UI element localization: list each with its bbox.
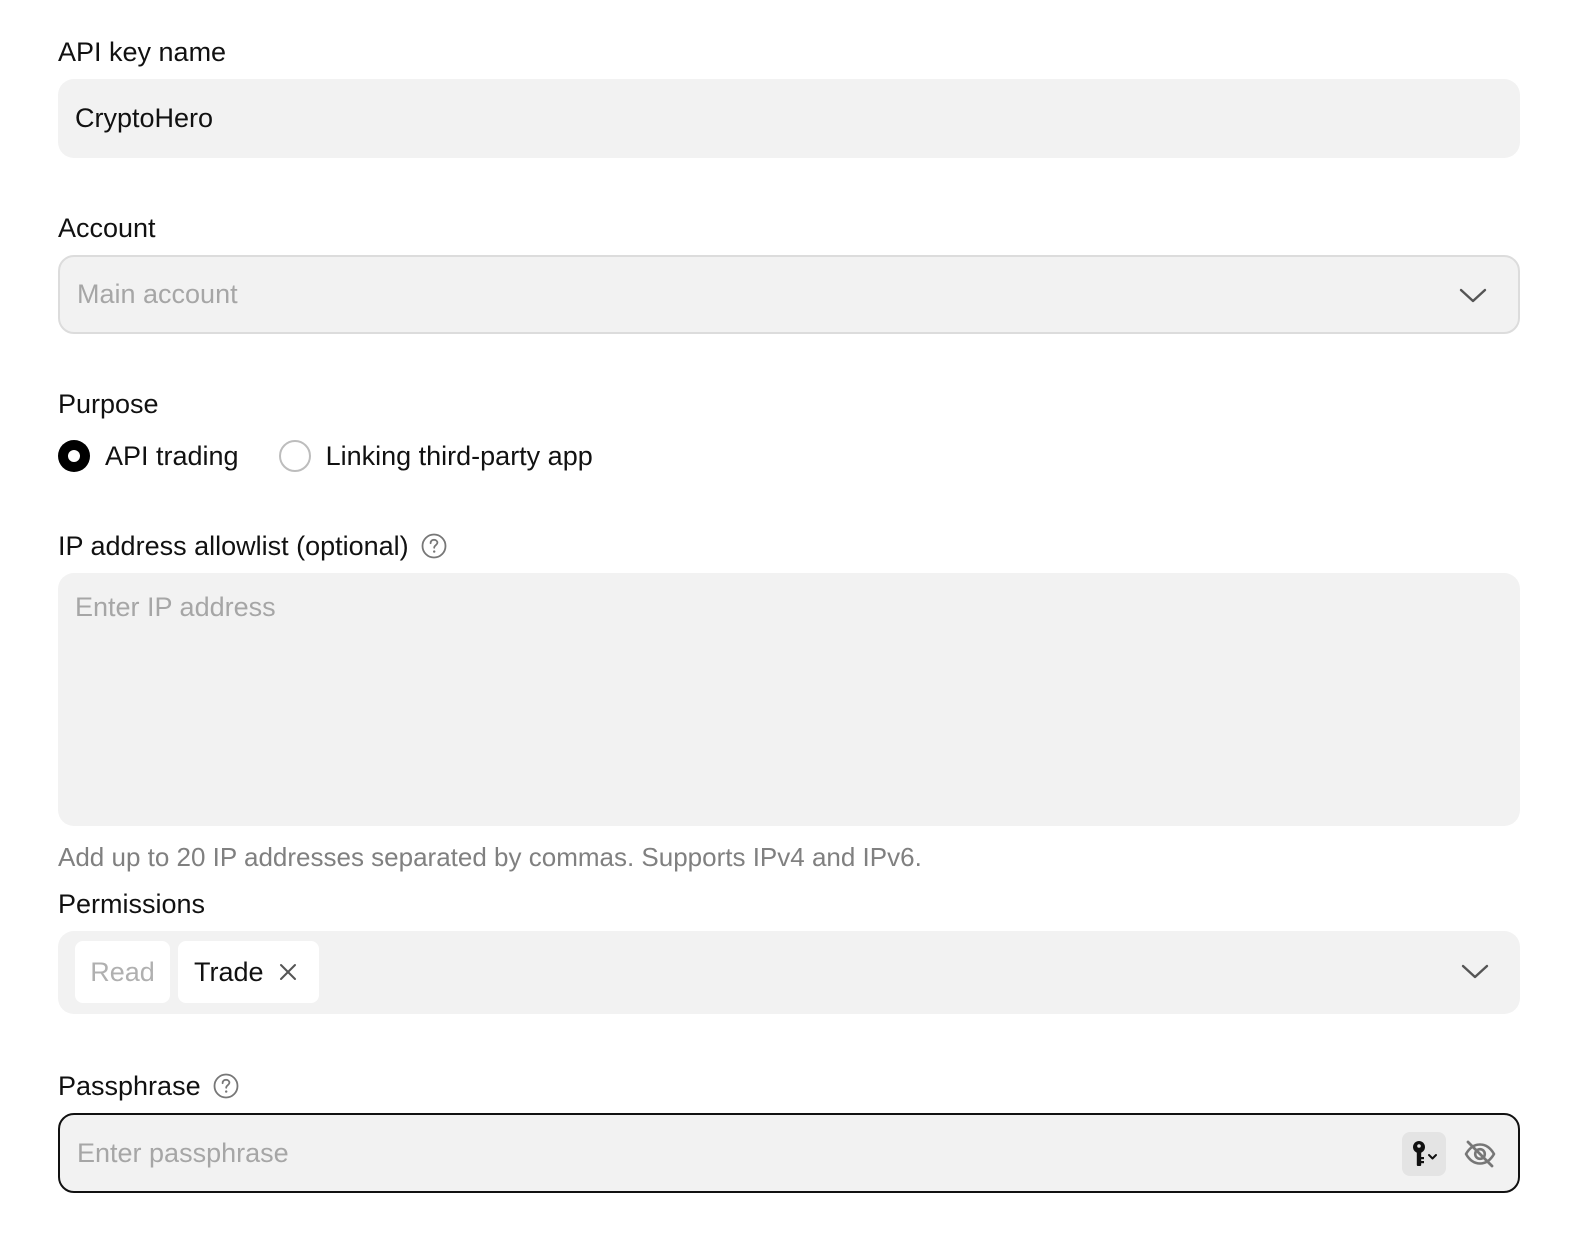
passphrase-label: Passphrase (58, 1071, 201, 1101)
purpose-option-api-trading[interactable]: API trading (58, 439, 239, 473)
account-select[interactable]: Main account (58, 255, 1520, 334)
api-key-name-value: CryptoHero (75, 103, 214, 133)
passphrase-placeholder: Enter passphrase (77, 1138, 289, 1168)
eye-off-icon (1464, 1140, 1496, 1168)
ip-allowlist-label-row: IP address allowlist (optional) (58, 529, 447, 563)
ip-allowlist-helper-text: Add up to 20 IP addresses separated by c… (58, 842, 922, 872)
api-key-name-label: API key name (58, 37, 227, 67)
help-icon[interactable] (421, 533, 447, 559)
purpose-option-label: API trading (105, 441, 239, 471)
permissions-multiselect[interactable]: Read Trade (58, 931, 1520, 1014)
api-key-name-input[interactable]: CryptoHero (58, 79, 1520, 158)
passphrase-label-row: Passphrase (58, 1069, 239, 1103)
chevron-down-icon (1461, 964, 1489, 979)
key-icon (1413, 1141, 1437, 1166)
close-icon[interactable] (278, 962, 298, 982)
help-icon[interactable] (213, 1073, 239, 1099)
chevron-down-icon (1459, 288, 1487, 303)
ip-allowlist-placeholder: Enter IP address (75, 592, 276, 622)
toggle-visibility-button[interactable] (1462, 1136, 1498, 1172)
ip-allowlist-textarea[interactable]: Enter IP address (58, 573, 1520, 826)
radio-selected-icon[interactable] (58, 440, 90, 472)
ip-allowlist-label: IP address allowlist (optional) (58, 531, 409, 561)
permission-chip-trade: Trade (178, 941, 319, 1003)
purpose-option-label: Linking third-party app (325, 441, 593, 471)
passphrase-input[interactable]: Enter passphrase (58, 1113, 1520, 1193)
account-placeholder: Main account (77, 279, 238, 309)
permission-chip-label: Read (90, 956, 155, 987)
permissions-label: Permissions (58, 889, 206, 919)
permission-chip-label: Trade (194, 956, 264, 987)
purpose-label: Purpose (58, 389, 159, 419)
account-label: Account (58, 213, 156, 243)
purpose-option-third-party[interactable]: Linking third-party app (278, 439, 593, 473)
radio-unselected-icon[interactable] (278, 440, 311, 472)
permission-chip-read: Read (75, 941, 170, 1003)
password-manager-button[interactable] (1402, 1132, 1446, 1176)
purpose-radio-group: API trading Linking third-party app (58, 436, 633, 476)
